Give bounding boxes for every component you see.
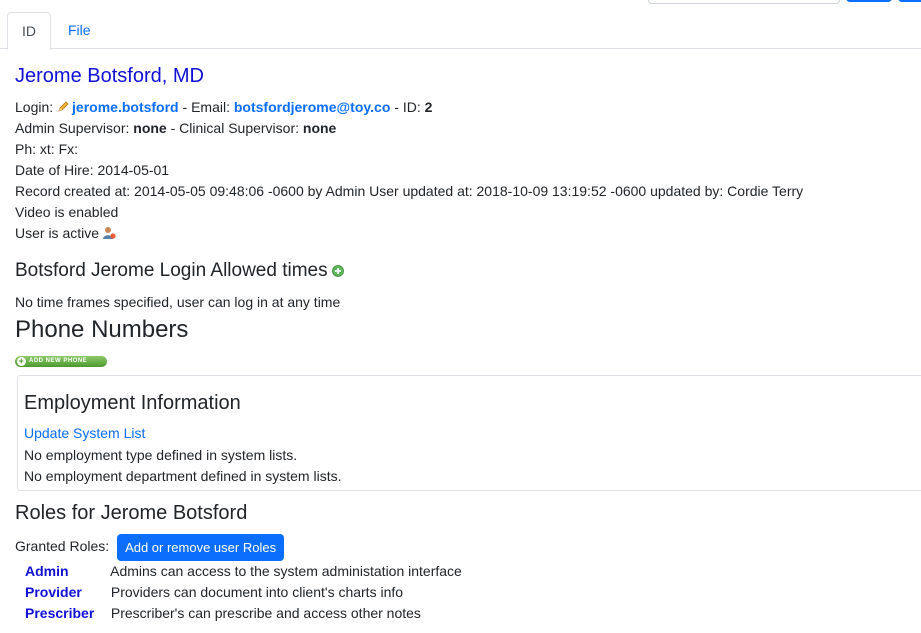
- tab-bar: ID File: [0, 12, 921, 50]
- role-name[interactable]: Prescriber: [25, 603, 107, 624]
- granted-roles-label: Granted Roles:: [15, 538, 110, 555]
- phone-line: Ph: xt: Fx:: [15, 141, 79, 157]
- id-label: - ID:: [394, 99, 421, 115]
- add-phone-plus-icon: +: [17, 356, 26, 366]
- add-new-phone-button[interactable]: + ADD NEW PHONE: [15, 356, 107, 367]
- active-status: User is active: [15, 225, 100, 241]
- login-link[interactable]: jerome.botsford: [72, 99, 179, 115]
- clinical-supervisor-label: - Clinical Supervisor:: [170, 120, 299, 136]
- user-active-icon: [103, 227, 116, 239]
- tab-file[interactable]: File: [54, 12, 105, 48]
- allowed-times-text: No time frames specified, user can log i…: [15, 294, 341, 310]
- id-value: 2: [424, 99, 433, 115]
- role-description: Prescriber's can prescribe and access ot…: [110, 605, 421, 621]
- user-info: Login: jerome.botsford - Email: botsford…: [15, 97, 803, 244]
- phone-numbers-heading: Phone Numbers: [15, 316, 189, 343]
- role-description: Providers can document into client's cha…: [110, 584, 404, 600]
- email-label: - Email:: [182, 99, 230, 115]
- role-row-admin: Admin Admins can access to the system ad…: [25, 561, 462, 582]
- employment-heading: Employment Information: [24, 392, 241, 414]
- clinical-supervisor-value: none: [302, 120, 337, 136]
- record-line: Record created at: 2014-05-05 09:48:06 -…: [15, 183, 804, 199]
- email-link[interactable]: botsfordjerome@toy.co: [234, 99, 391, 115]
- roles-heading: Roles for Jerome Botsford: [15, 502, 248, 524]
- search-input[interactable]: [648, 0, 840, 4]
- roles-list: Admin Admins can access to the system ad…: [25, 561, 462, 624]
- add-new-phone-label: ADD NEW PHONE: [29, 358, 88, 364]
- allowed-times-heading: Botsford Jerome Login Allowed times: [15, 258, 344, 284]
- role-description: Admins can access to the system administ…: [110, 563, 462, 579]
- active-line: User is active: [15, 223, 803, 244]
- allowed-times-title: Botsford Jerome Login Allowed times: [15, 260, 328, 281]
- login-line: Login: jerome.botsford - Email: botsford…: [15, 97, 803, 118]
- employment-dept-text: No employment department defined in syst…: [24, 468, 342, 484]
- tab-id[interactable]: ID: [7, 12, 51, 50]
- supervisor-line: Admin Supervisor: none - Clinical Superv…: [15, 118, 803, 139]
- update-system-list-link[interactable]: Update System List: [24, 425, 145, 441]
- role-name[interactable]: Provider: [25, 582, 107, 603]
- user-detail: Jerome Botsford, MD Login: jerome.botsfo…: [15, 62, 921, 621]
- admin-supervisor-value: none: [133, 120, 167, 136]
- edit-roles-button[interactable]: Add or remove user Roles: [117, 534, 285, 561]
- login-label: Login:: [15, 99, 54, 115]
- pencil-icon[interactable]: [57, 100, 70, 113]
- admin-supervisor-label: Admin Supervisor:: [15, 120, 130, 136]
- add-plus-icon[interactable]: [331, 265, 344, 277]
- user-name-heading: Jerome Botsford, MD: [15, 65, 204, 87]
- role-name[interactable]: Admin: [25, 561, 107, 582]
- role-row-provider: Provider Providers can document into cli…: [25, 582, 462, 603]
- employment-panel: Employment Information Update System Lis…: [17, 375, 921, 491]
- top-action-button[interactable]: [898, 0, 921, 2]
- video-status: Video is enabled: [15, 204, 119, 220]
- role-row-prescriber: Prescriber Prescriber's can prescribe an…: [25, 603, 462, 624]
- search-button[interactable]: [846, 0, 892, 2]
- employment-type-text: No employment type defined in system lis…: [24, 447, 298, 463]
- granted-roles-line: Granted Roles: Add or remove user Roles: [15, 534, 285, 561]
- hire-date-line: Date of Hire: 2014-05-01: [15, 162, 170, 178]
